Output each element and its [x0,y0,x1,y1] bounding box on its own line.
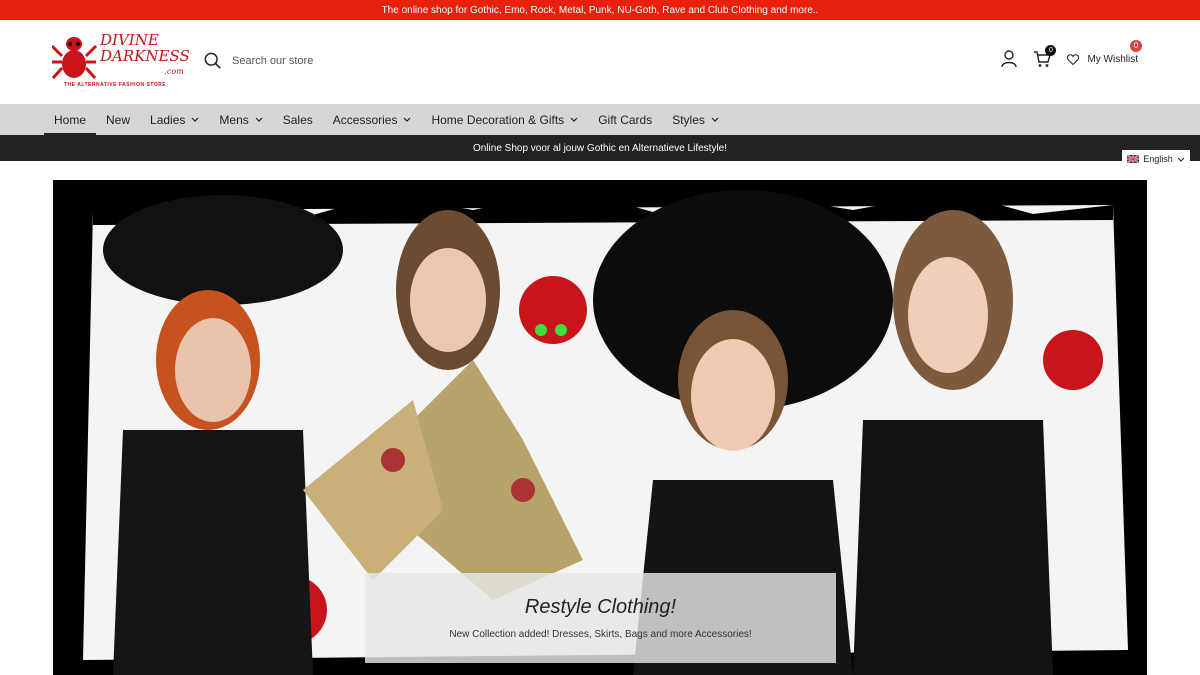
logo-line2: DARKNESS [100,47,190,65]
nav-label: Sales [282,112,313,127]
nav-label: New [106,112,131,127]
chevron-down-icon [255,117,263,122]
user-icon [1001,50,1018,68]
hero-caption: Restyle Clothing! New Collection added! … [365,573,836,663]
chevron-down-icon [570,117,578,122]
hero-banner[interactable]: Restyle Clothing! New Collection added! … [53,180,1147,675]
nav-label: Home [54,112,87,127]
nav-label: Accessories [332,112,398,127]
logo-suffix: .com [164,67,184,76]
language-label: English [1143,154,1173,164]
logo-line1: DIVINE [100,31,159,49]
wishlist-button[interactable]: My Wishlist 0 [1067,39,1142,65]
nav-item-home[interactable]: Home [44,104,97,135]
logo-wordmark: DIVINE DARKNESS .com [100,32,190,80]
nav-label: Ladies [150,112,186,127]
heart-icon [1067,53,1080,65]
promo-subbar: Online Shop voor al jouw Gothic en Alter… [0,135,1200,161]
nav-item-sales[interactable]: Sales [273,104,323,135]
hero-subtitle: New Collection added! Dresses, Skirts, B… [449,629,752,640]
search-icon[interactable] [204,52,222,70]
nav-item-new[interactable]: New [96,104,140,135]
cart-button[interactable]: 0 [1033,45,1057,68]
chevron-down-icon [191,117,199,122]
language-selector[interactable]: English [1122,150,1190,168]
account-button[interactable] [1001,50,1018,68]
logo-tagline: THE ALTERNATIVE FASHION STORE [64,82,167,88]
nav-item-ladies[interactable]: Ladies [140,104,209,135]
wishlist-count-badge: 0 [1130,39,1142,52]
nav-label: Styles [672,112,705,127]
site-logo[interactable]: DIVINE DARKNESS .com THE ALTERNATIVE FAS… [50,28,190,90]
cart-count-badge: 0 [1045,45,1057,56]
promo-subbar-text: Online Shop voor al jouw Gothic en Alter… [472,142,728,154]
nav-label: Mens [219,112,249,127]
nav-item-styles[interactable]: Styles [662,104,729,135]
hero-title: Restyle Clothing! [524,596,677,618]
announcement-text: The online shop for Gothic, Emo, Rock, M… [381,4,819,16]
main-nav: Home New Ladies Mens Sales Accessories H… [0,104,1200,135]
uk-flag-icon [1127,155,1140,163]
header-actions: 0 My Wishlist 0 [1001,39,1142,68]
nav-item-home-decoration[interactable]: Home Decoration & Gifts [421,104,588,135]
chevron-down-icon [404,117,411,122]
chevron-down-icon [711,117,719,122]
announcement-bar: The online shop for Gothic, Emo, Rock, M… [0,0,1200,20]
nav-item-mens[interactable]: Mens [209,104,272,135]
chevron-down-icon [1177,157,1185,162]
nav-item-accessories[interactable]: Accessories [323,104,422,135]
site-header: DIVINE DARKNESS .com THE ALTERNATIVE FAS… [0,20,1200,104]
search-input[interactable] [232,55,472,67]
nav-item-gift-cards[interactable]: Gift Cards [588,104,662,135]
wishlist-label: My Wishlist [1087,53,1138,65]
nav-label: Home Decoration & Gifts [431,112,565,127]
search-bar [204,52,472,70]
nav-label: Gift Cards [598,112,653,127]
